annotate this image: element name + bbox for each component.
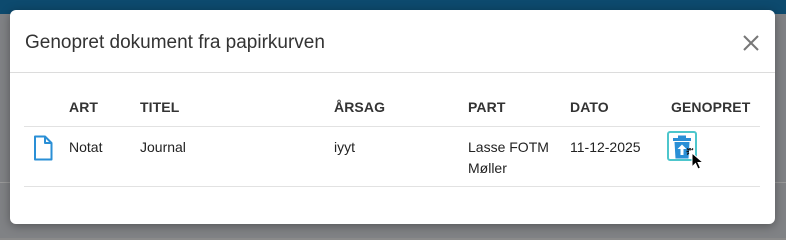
column-header-part: PART bbox=[468, 99, 506, 115]
cell-art: Notat bbox=[69, 139, 103, 155]
dialog-title: Genopret dokument fra papirkurven bbox=[25, 32, 325, 53]
cell-titel: Journal bbox=[140, 139, 186, 155]
close-icon bbox=[743, 35, 759, 51]
table-row: Notat Journal iyyt Lasse FOTM Møller 11-… bbox=[24, 127, 760, 187]
document-icon bbox=[34, 135, 53, 161]
mouse-cursor-icon bbox=[686, 147, 705, 170]
column-header-dato: DATO bbox=[570, 99, 609, 115]
cell-part: Lasse FOTM Møller bbox=[468, 139, 549, 176]
close-button[interactable] bbox=[737, 29, 765, 57]
restore-document-dialog: Genopret dokument fra papirkurven ART TI… bbox=[10, 10, 775, 224]
column-header-art: ART bbox=[69, 99, 99, 115]
column-header-genopret: GENOPRET bbox=[671, 99, 751, 115]
dialog-header: Genopret dokument fra papirkurven bbox=[10, 10, 775, 73]
table-header: ART TITEL ÅRSAG PART DATO GENOPRET bbox=[24, 73, 760, 127]
column-header-titel: TITEL bbox=[140, 99, 180, 115]
cell-aarsag: iyyt bbox=[334, 139, 355, 155]
cell-dato: 11-12-2025 bbox=[570, 139, 641, 155]
column-header-aarsag: ÅRSAG bbox=[334, 99, 386, 115]
